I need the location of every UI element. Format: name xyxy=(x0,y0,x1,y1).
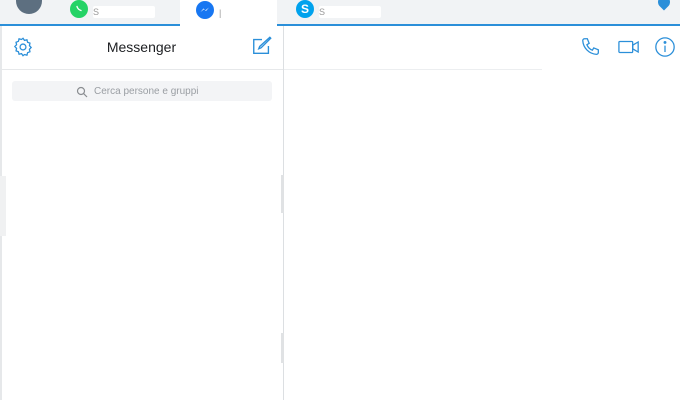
sidebar-header: Messenger xyxy=(0,26,283,70)
whatsapp-icon xyxy=(70,0,88,18)
phone-icon xyxy=(582,38,599,55)
search-icon xyxy=(76,85,88,98)
tab-label: | xyxy=(219,8,222,18)
search-box xyxy=(12,81,272,101)
pane-divider[interactable] xyxy=(281,333,284,363)
pane-divider[interactable] xyxy=(281,175,284,213)
search-input[interactable] xyxy=(92,84,208,98)
compose-icon xyxy=(253,36,272,55)
scroll-track xyxy=(0,176,6,236)
video-call-button[interactable] xyxy=(617,36,641,60)
conversation-header xyxy=(284,26,680,69)
call-button[interactable] xyxy=(580,36,604,60)
sidebar-title: Messenger xyxy=(106,39,177,55)
app-avatar[interactable] xyxy=(16,0,42,14)
messenger-icon xyxy=(196,1,214,19)
video-camera-icon xyxy=(618,40,639,54)
pin-icon[interactable] xyxy=(655,0,673,11)
tab-label: S xyxy=(319,6,381,18)
tab-bar: S | ​ S S xyxy=(0,0,680,26)
info-button[interactable] xyxy=(654,36,678,60)
skype-icon: S xyxy=(296,0,314,18)
conversation-sidebar: Messenger xyxy=(0,26,284,400)
compose-button[interactable] xyxy=(251,35,273,57)
header-divider xyxy=(284,69,542,70)
tab-skype[interactable]: S S xyxy=(296,0,384,24)
tab-messenger[interactable]: | ​ xyxy=(180,0,277,26)
tab-whatsapp[interactable]: S xyxy=(70,0,160,24)
tab-label: S xyxy=(93,6,155,18)
info-icon xyxy=(655,37,675,57)
